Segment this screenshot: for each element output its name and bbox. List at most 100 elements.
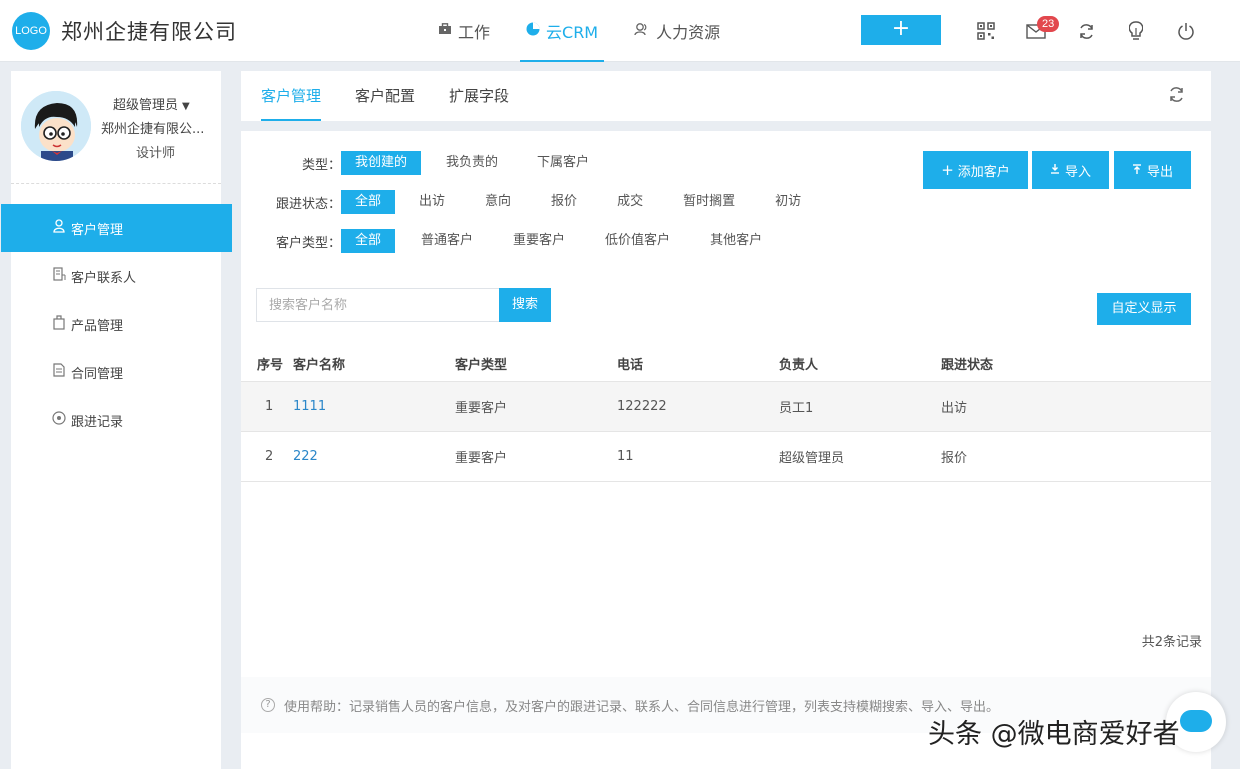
column-header[interactable]: 客户类型 xyxy=(455,354,617,373)
nav-crm-label: 云CRM xyxy=(546,23,599,42)
filter-option[interactable]: 成交 xyxy=(603,190,657,214)
upload-icon xyxy=(1132,163,1142,178)
column-header[interactable]: 电话 xyxy=(617,354,779,373)
nav-work-label: 工作 xyxy=(458,23,491,42)
filter-option[interactable]: 全部 xyxy=(341,229,396,253)
lightbulb-icon[interactable] xyxy=(1124,19,1148,43)
table-header: 序号 客户名称 客户类型 电话 负责人 跟进状态 xyxy=(241,345,1211,382)
logo[interactable]: LOGO xyxy=(12,12,50,50)
tab-extended-fields[interactable]: 扩展字段 xyxy=(449,71,509,121)
filter-option[interactable]: 初访 xyxy=(761,190,815,214)
cell-customer-name-link[interactable]: 1111 xyxy=(293,399,455,414)
filter-type: 类型： 我创建的 我负责的 下属客户 xyxy=(241,151,603,175)
document-icon xyxy=(51,363,67,381)
sidebar-item-products[interactable]: 产品管理 xyxy=(11,300,221,348)
user-name-dropdown[interactable]: 超级管理员 ▼ xyxy=(113,94,190,113)
cell-phone: 11 xyxy=(617,449,634,464)
filter-label: 类型： xyxy=(301,157,341,173)
plus-icon: + xyxy=(941,161,954,179)
record-count: 共2条记录 xyxy=(1141,635,1202,650)
add-button[interactable]: + xyxy=(861,15,941,45)
cell-customer-type: 重要客户 xyxy=(455,401,508,416)
search-input[interactable] xyxy=(256,288,500,322)
cell-phone: 122222 xyxy=(617,399,667,414)
nav-crm[interactable]: 云CRM xyxy=(508,0,616,62)
top-bar: LOGO 郑州企捷有限公司 工作 云CRM 人力资源 + 23 xyxy=(0,0,1240,62)
add-customer-button[interactable]: + 添加客户 xyxy=(923,151,1028,189)
power-icon[interactable] xyxy=(1174,19,1198,43)
cell-index: 2 xyxy=(265,449,274,464)
building-icon xyxy=(51,267,67,285)
filter-option[interactable]: 暂时搁置 xyxy=(669,190,749,214)
cell-customer-type: 重要客户 xyxy=(455,451,508,466)
help-text: 使用帮助：记录销售人员的客户信息，及对客户的跟进记录、联系人、合同信息进行管理，… xyxy=(284,699,1000,715)
side-menu: 客户管理 客户联系人 产品管理 合同管理 跟进记录 xyxy=(1,204,232,444)
filter-option[interactable]: 低价值客户 xyxy=(591,229,684,253)
avatar[interactable] xyxy=(21,91,91,161)
export-button[interactable]: 导出 xyxy=(1114,151,1191,189)
chat-bubble-icon xyxy=(1180,710,1212,732)
users-icon xyxy=(634,22,650,40)
cell-index: 1 xyxy=(265,399,274,414)
target-icon xyxy=(51,411,67,429)
tab-customer-config[interactable]: 客户配置 xyxy=(355,71,415,121)
cell-customer-name-link[interactable]: 222 xyxy=(293,449,455,464)
user-role: 设计师 xyxy=(136,146,176,161)
user-icon xyxy=(51,219,67,237)
filter-label: 客户类型： xyxy=(275,235,341,251)
main-panel: 类型： 我创建的 我负责的 下属客户 跟进状态： 全部 出访 意向 报价 成交 … xyxy=(241,131,1211,769)
custom-display-button[interactable]: 自定义显示 xyxy=(1097,293,1191,325)
filter-option[interactable]: 我负责的 xyxy=(432,151,512,175)
mail-badge: 23 xyxy=(1037,16,1060,32)
refresh-icon[interactable] xyxy=(1168,86,1185,108)
sidebar: 超级管理员 ▼ 郑州企捷有限公... 设计师 客户管理 客户联系人 产品管理 合… xyxy=(1,71,232,769)
filter-option[interactable]: 我创建的 xyxy=(341,151,422,175)
import-label: 导入 xyxy=(1064,164,1091,180)
filter-option[interactable]: 普通客户 xyxy=(407,229,487,253)
sidebar-item-label: 产品管理 xyxy=(71,318,124,334)
filter-status: 跟进状态： 全部 出访 意向 报价 成交 暂时搁置 初访 xyxy=(241,190,815,214)
filter-label: 跟进状态： xyxy=(275,196,341,212)
watermark: 头条 @微电商爱好者 xyxy=(928,719,1180,750)
import-button[interactable]: 导入 xyxy=(1032,151,1109,189)
tab-customer-management[interactable]: 客户管理 xyxy=(261,71,322,121)
column-header: 序号 xyxy=(257,357,284,373)
user-name: 超级管理员 xyxy=(113,98,179,113)
sidebar-item-contracts[interactable]: 合同管理 xyxy=(11,348,221,396)
filter-option[interactable]: 全部 xyxy=(341,190,396,214)
filter-option[interactable]: 下属客户 xyxy=(523,151,603,175)
sidebar-item-label: 客户管理 xyxy=(71,222,124,238)
sidebar-item-label: 合同管理 xyxy=(71,366,124,382)
cell-status: 出访 xyxy=(941,401,968,416)
search-button[interactable]: 搜索 xyxy=(499,288,551,322)
filter-option[interactable]: 其他客户 xyxy=(696,229,776,253)
divider xyxy=(11,183,221,184)
sidebar-item-contacts[interactable]: 客户联系人 xyxy=(11,252,221,300)
refresh-icon[interactable] xyxy=(1074,19,1098,43)
cell-status: 报价 xyxy=(941,451,968,466)
customer-table: 序号 客户名称 客户类型 电话 负责人 跟进状态 1 1111 重要客户 122… xyxy=(241,345,1211,482)
filter-option[interactable]: 报价 xyxy=(537,190,591,214)
filter-option[interactable]: 出访 xyxy=(405,190,459,214)
user-company: 郑州企捷有限公... xyxy=(101,122,205,137)
pie-chart-icon xyxy=(526,22,540,40)
table-row[interactable]: 2 222 重要客户 11 超级管理员 报价 xyxy=(241,432,1211,482)
column-header[interactable]: 负责人 xyxy=(779,354,941,373)
column-header[interactable]: 客户名称 xyxy=(293,354,455,373)
add-customer-label: 添加客户 xyxy=(957,164,1010,180)
filter-option[interactable]: 重要客户 xyxy=(499,229,579,253)
filter-option[interactable]: 意向 xyxy=(471,190,525,214)
column-header[interactable]: 跟进状态 xyxy=(941,354,1103,373)
sidebar-item-followups[interactable]: 跟进记录 xyxy=(11,396,221,444)
company-title: 郑州企捷有限公司 xyxy=(61,20,237,44)
table-row[interactable]: 1 1111 重要客户 122222 员工1 出访 xyxy=(241,382,1211,432)
caret-down-icon: ▼ xyxy=(182,101,190,112)
qrcode-icon[interactable] xyxy=(974,19,998,43)
filter-customer-type: 客户类型： 全部 普通客户 重要客户 低价值客户 其他客户 xyxy=(241,229,776,253)
nav-work[interactable]: 工作 xyxy=(420,0,508,62)
download-icon xyxy=(1050,163,1060,178)
cell-owner: 超级管理员 xyxy=(779,451,845,466)
cell-owner: 员工1 xyxy=(779,401,814,416)
sidebar-item-customers[interactable]: 客户管理 xyxy=(1,204,232,252)
nav-hr[interactable]: 人力资源 xyxy=(616,0,738,62)
